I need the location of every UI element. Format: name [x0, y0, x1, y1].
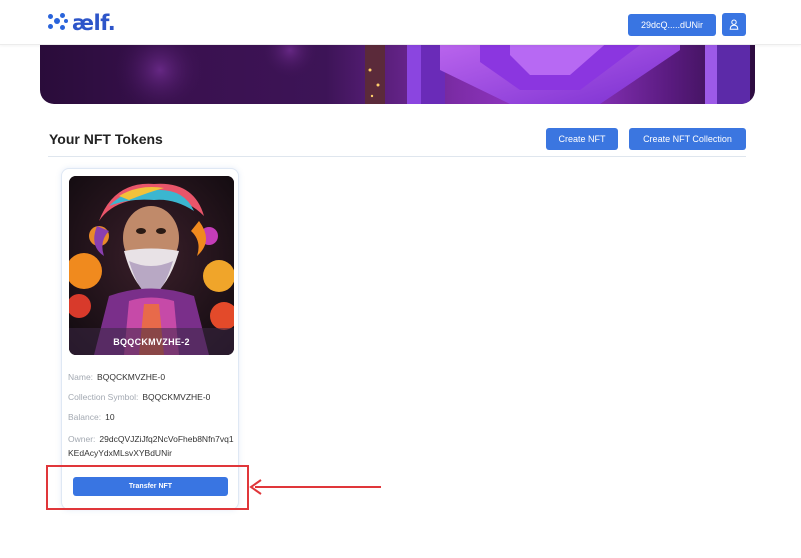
- nft-name-value: BQQCKMVZHE-0: [97, 372, 166, 382]
- create-nft-collection-button[interactable]: Create NFT Collection: [629, 128, 746, 150]
- nft-balance-label: Balance:: [68, 412, 102, 422]
- annotation-highlight-box: [46, 465, 249, 510]
- nft-owner-row: Owner: 29dcQVJZiJfq2NcVoFheb8Nfn7vq1KEdAc…: [68, 432, 234, 460]
- annotation-arrow-icon: [249, 479, 381, 495]
- user-profile-button[interactable]: [722, 13, 746, 36]
- nft-image: BQQCKMVZHE-2: [69, 176, 234, 355]
- wallet-address-button[interactable]: 29dcQ.....dUNir: [628, 14, 716, 36]
- nft-name-label: Name:: [68, 372, 94, 382]
- nft-collection-row: Collection Symbol: BQQCKMVZHE-0: [68, 390, 210, 404]
- nft-balance-row: Balance: 10: [68, 410, 115, 424]
- nft-card: BQQCKMVZHE-2 Name: BQQCKMVZHE-0 Collectio…: [61, 168, 239, 510]
- nft-image-caption: BQQCKMVZHE-2: [69, 328, 234, 355]
- nft-owner-label: Owner:: [68, 434, 96, 444]
- nft-name-row: Name: BQQCKMVZHE-0: [68, 370, 165, 384]
- section-divider: [48, 156, 746, 157]
- user-icon: [729, 19, 739, 30]
- logo-text: ælf.: [72, 11, 116, 35]
- nft-collection-value: BQQCKMVZHE-0: [142, 392, 211, 402]
- nft-balance-value: 10: [105, 412, 115, 422]
- aelf-logo[interactable]: ælf.: [48, 11, 116, 35]
- aelf-logo-icon: [48, 13, 68, 33]
- create-nft-button[interactable]: Create NFT: [546, 128, 618, 150]
- top-navbar: ælf. 29dcQ.....dUNir: [0, 0, 801, 45]
- page-title: Your NFT Tokens: [49, 131, 163, 147]
- nft-collection-label: Collection Symbol:: [68, 392, 139, 402]
